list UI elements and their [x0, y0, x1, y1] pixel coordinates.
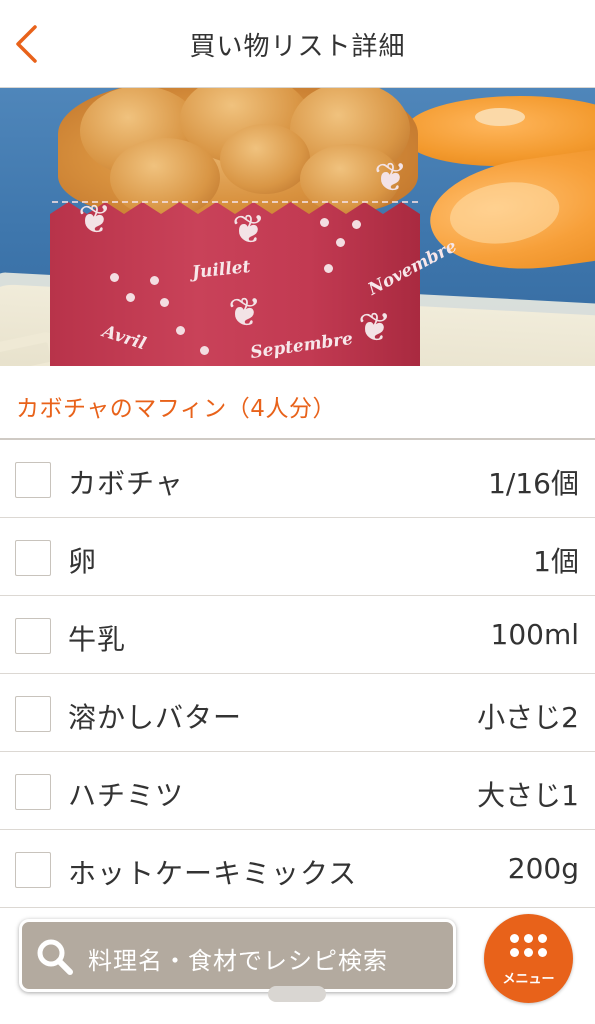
ingredient-name: 牛乳: [68, 623, 127, 656]
pumpkin-slice: [423, 143, 595, 283]
shopping-list-detail-screen: 買い物リスト詳細 ❦ ❦ ❦ ❦ ❦ Juillet Novembre Avri…: [0, 0, 595, 1024]
ingredient-checkbox[interactable]: [15, 540, 51, 576]
page-title: 買い物リスト詳細: [189, 32, 406, 62]
grid-dots-icon: [510, 934, 548, 960]
ingredient-quantity: 200g: [507, 852, 579, 885]
ingredient-quantity: 100ml: [490, 618, 580, 651]
ingredient-name: ハチミツ: [68, 779, 185, 812]
ingredient-row-honey[interactable]: ハチミツ 大さじ1: [0, 752, 595, 830]
ingredient-row-melted-butter[interactable]: 溶かしバター 小さじ2: [0, 674, 595, 752]
ingredient-quantity: 大さじ1: [477, 779, 579, 812]
search-icon: [37, 939, 73, 975]
ingredient-checkbox[interactable]: [15, 852, 51, 888]
navigation-header: 買い物リスト詳細: [0, 0, 595, 88]
ingredient-row-egg[interactable]: 卵 1個: [0, 518, 595, 596]
ingredient-name: ホットケーキミックス: [68, 857, 358, 890]
ingredient-checkbox[interactable]: [15, 774, 51, 810]
ingredient-name: カボチャ: [68, 467, 184, 500]
ingredient-list: カボチャ 1/16個 卵 1個 牛乳 100ml 溶かしバター 小さじ2 ハチミ…: [0, 440, 595, 908]
ingredient-row-pumpkin[interactable]: カボチャ 1/16個: [0, 440, 595, 518]
ingredient-quantity: 1/16個: [488, 467, 579, 500]
recipe-photo: ❦ ❦ ❦ ❦ ❦ Juillet Novembre Avril Septemb…: [0, 88, 595, 366]
menu-label: メニュー: [502, 972, 555, 987]
recipe-title: カボチャのマフィン（4人分）: [16, 396, 336, 422]
ingredient-row-milk[interactable]: 牛乳 100ml: [0, 596, 595, 674]
recipe-search-bar[interactable]: 料理名・食材でレシピ検索: [19, 919, 456, 992]
search-placeholder: 料理名・食材でレシピ検索: [88, 947, 388, 975]
ingredient-row-pancake-mix[interactable]: ホットケーキミックス 200g: [0, 830, 595, 908]
ingredient-checkbox[interactable]: [15, 696, 51, 732]
ingredient-name: 卵: [68, 545, 98, 578]
ingredient-checkbox[interactable]: [15, 462, 51, 498]
ingredient-quantity: 1個: [533, 545, 579, 578]
ingredient-quantity: 小さじ2: [477, 701, 579, 734]
home-indicator: [268, 986, 326, 1002]
ingredient-checkbox[interactable]: [15, 618, 51, 654]
menu-button[interactable]: メニュー: [484, 914, 573, 1003]
ingredient-name: 溶かしバター: [68, 701, 243, 734]
